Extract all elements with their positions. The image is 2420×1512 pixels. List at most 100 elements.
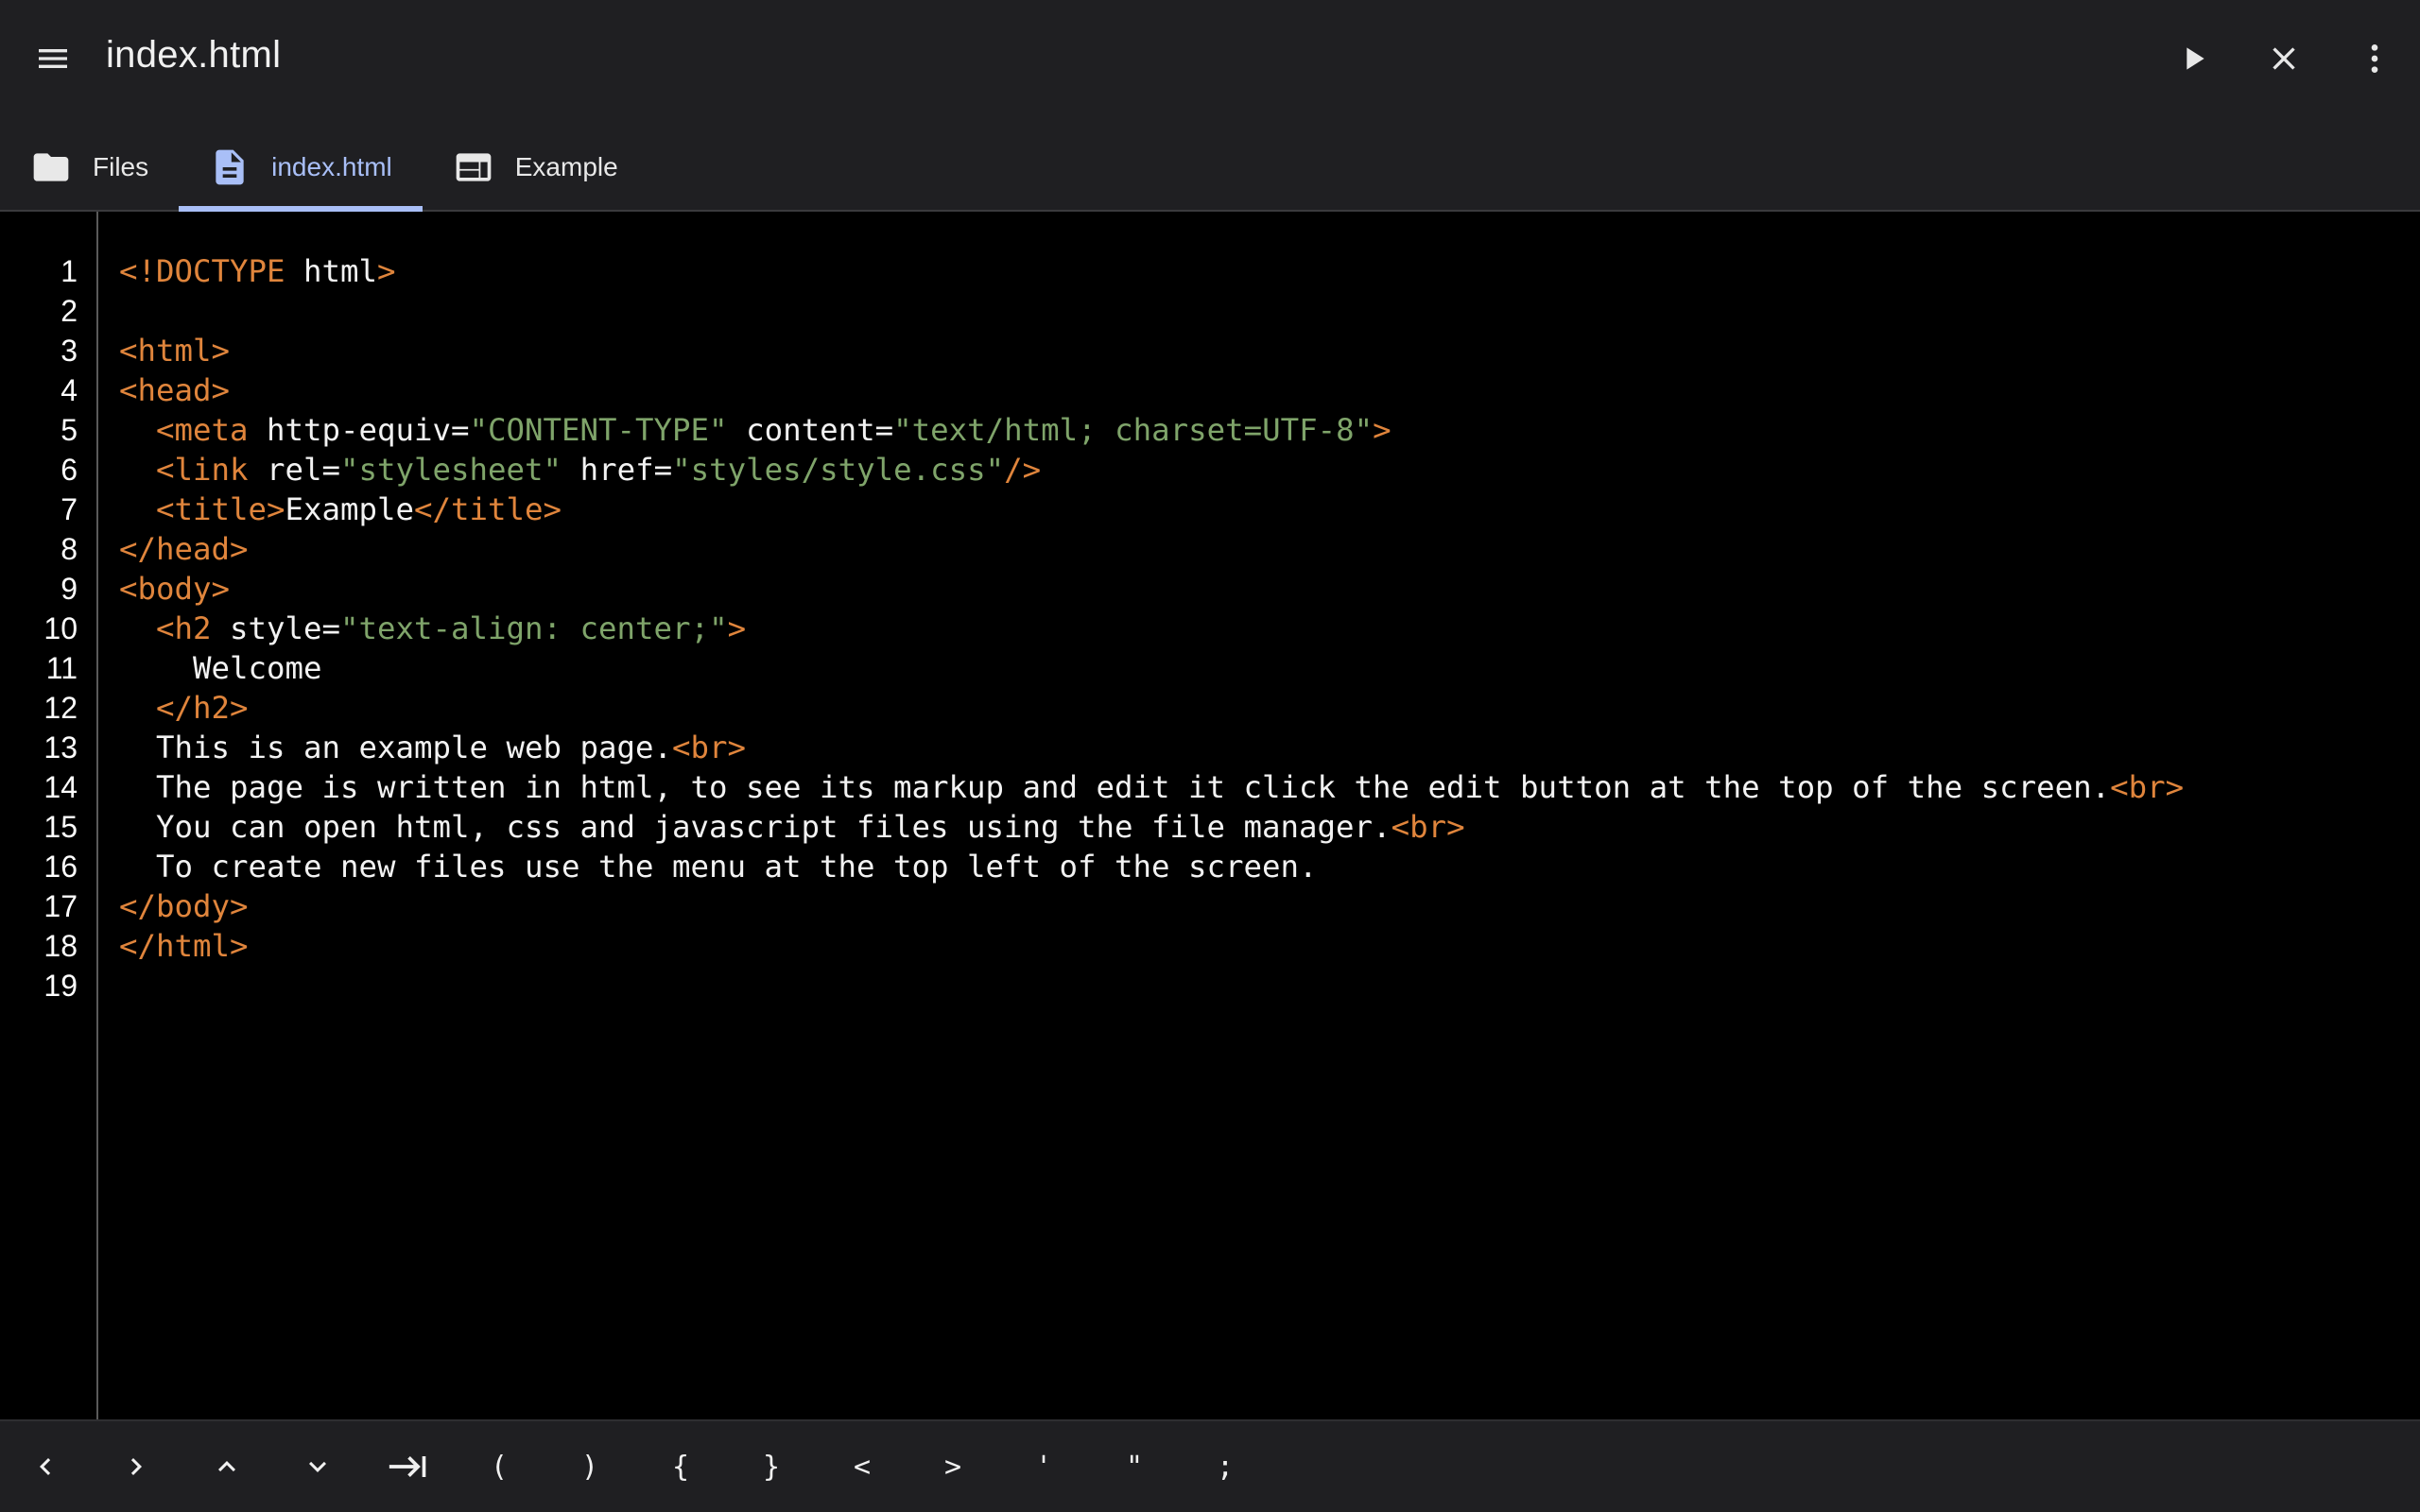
line-number: 18 (43, 929, 78, 963)
key-label: > (943, 1450, 962, 1484)
key-single-quote[interactable]: ' (998, 1421, 1089, 1512)
code-token-tag: </head> (119, 531, 249, 567)
code-token-txt: This is an example web page. (119, 730, 673, 765)
tab-example[interactable]: Example (423, 125, 648, 210)
key-close-paren[interactable]: ) (544, 1421, 635, 1512)
code-token-tag: <body> (119, 571, 231, 607)
line-number: 9 (60, 572, 78, 606)
chevron-right-icon (119, 1450, 153, 1484)
code-token-str: "styles/style.css" (672, 452, 1005, 488)
folder-icon (30, 146, 72, 188)
code-line[interactable]: <html> (119, 331, 2420, 370)
code-line[interactable]: This is an example web page.<br> (119, 728, 2420, 767)
key-greater-than[interactable]: > (908, 1421, 998, 1512)
code-token-str: "stylesheet" (340, 452, 562, 488)
code-line[interactable]: </html> (119, 926, 2420, 966)
code-line[interactable]: <!DOCTYPE html> (119, 251, 2420, 291)
line-number: 7 (60, 492, 78, 526)
line-number: 10 (43, 611, 78, 645)
key-tab[interactable] (363, 1421, 454, 1512)
key-label: ; (1216, 1450, 1235, 1484)
code-line[interactable]: <body> (119, 569, 2420, 609)
symbol-key-bar: () {} < > ' "; (0, 1419, 2420, 1512)
code-line[interactable]: <meta http-equiv="CONTENT-TYPE" content=… (119, 410, 2420, 450)
overflow-menu-button[interactable] (2329, 28, 2420, 89)
code-line[interactable]: <h2 style="text-align: center;"> (119, 609, 2420, 648)
code-line[interactable]: </h2> (119, 688, 2420, 728)
key-cursor-right[interactable] (91, 1421, 182, 1512)
key-label: < (853, 1450, 872, 1484)
tab-files[interactable]: Files (0, 125, 179, 210)
code-token-tag: </body> (119, 888, 249, 924)
code-token-txt: The page is written in html, to see its … (119, 769, 2111, 805)
line-number: 13 (43, 730, 78, 765)
code-token-attr: rel= (248, 452, 341, 488)
tab-index-html[interactable]: index.html (179, 125, 423, 212)
line-number: 19 (43, 969, 78, 1003)
key-double-quote[interactable]: " (1089, 1421, 1180, 1512)
code-token-tag: </title> (414, 491, 562, 527)
document-icon (209, 146, 251, 188)
code-token-txt: html (285, 253, 378, 289)
code-line[interactable]: You can open html, css and javascript fi… (119, 807, 2420, 847)
code-token-tag: /> (1004, 452, 1042, 488)
code-token-tag: <!DOCTYPE (119, 253, 285, 289)
key-label: { (671, 1450, 690, 1484)
line-number: 17 (43, 889, 78, 923)
chevron-up-icon (210, 1450, 244, 1484)
code-line[interactable]: </body> (119, 886, 2420, 926)
key-cursor-down[interactable] (272, 1421, 363, 1512)
code-token-tag: <link (156, 452, 249, 488)
code-line[interactable]: To create new files use the menu at the … (119, 847, 2420, 886)
key-less-than[interactable]: < (817, 1421, 908, 1512)
tab-key-icon (388, 1446, 429, 1487)
code-token-attr: href= (562, 452, 673, 488)
tab-label: Files (93, 152, 149, 181)
key-open-brace[interactable]: { (635, 1421, 726, 1512)
tab-label: index.html (271, 152, 392, 181)
hamburger-menu-icon[interactable] (23, 28, 83, 89)
run-button[interactable] (2148, 28, 2238, 89)
key-semicolon[interactable]: ; (1180, 1421, 1270, 1512)
code-line[interactable]: </head> (119, 529, 2420, 569)
code-token-tag: </html> (119, 928, 249, 964)
line-number: 2 (60, 294, 78, 328)
code-line[interactable]: <head> (119, 370, 2420, 410)
key-close-brace[interactable]: } (726, 1421, 817, 1512)
code-area[interactable]: <!DOCTYPE html> <html> <head> <meta http-… (119, 251, 2420, 1005)
close-icon (2265, 40, 2303, 77)
code-token-tag: > (377, 253, 396, 289)
chevron-left-icon (28, 1450, 62, 1484)
code-line[interactable]: <title>Example</title> (119, 490, 2420, 529)
code-line[interactable] (119, 966, 2420, 1005)
code-editor[interactable]: 1 2 3 4 5 6 7 8 9 10 11 12 13 14 15 16 17 18 19 <!DOCTYPE … (0, 212, 2420, 1419)
chevron-down-icon (301, 1450, 335, 1484)
code-token-str: "CONTENT-TYPE" (469, 412, 728, 448)
line-number: 8 (60, 532, 78, 566)
close-button[interactable] (2238, 28, 2329, 89)
app-title: index.html (106, 34, 282, 76)
code-token-tag: <h2 (156, 610, 212, 646)
more-vert-icon (2356, 40, 2394, 77)
line-number: 1 (60, 254, 78, 288)
code-line[interactable]: <link rel="stylesheet" href="styles/styl… (119, 450, 2420, 490)
code-token-str: "text/html; charset=UTF-8" (893, 412, 1374, 448)
key-cursor-up[interactable] (182, 1421, 272, 1512)
key-cursor-left[interactable] (0, 1421, 91, 1512)
line-number: 3 (60, 334, 78, 368)
code-line[interactable] (119, 291, 2420, 331)
code-line[interactable]: Welcome (119, 648, 2420, 688)
key-open-paren[interactable]: ( (454, 1421, 544, 1512)
code-line[interactable]: The page is written in html, to see its … (119, 767, 2420, 807)
code-token-txt: You can open html, css and javascript fi… (119, 809, 1392, 845)
code-token-tag: <head> (119, 372, 231, 408)
code-token-tag: <title> (156, 491, 285, 527)
code-token-txt: To create new files use the menu at the … (119, 849, 1318, 885)
key-label: ) (580, 1450, 599, 1484)
code-token-tag: > (1373, 412, 1392, 448)
